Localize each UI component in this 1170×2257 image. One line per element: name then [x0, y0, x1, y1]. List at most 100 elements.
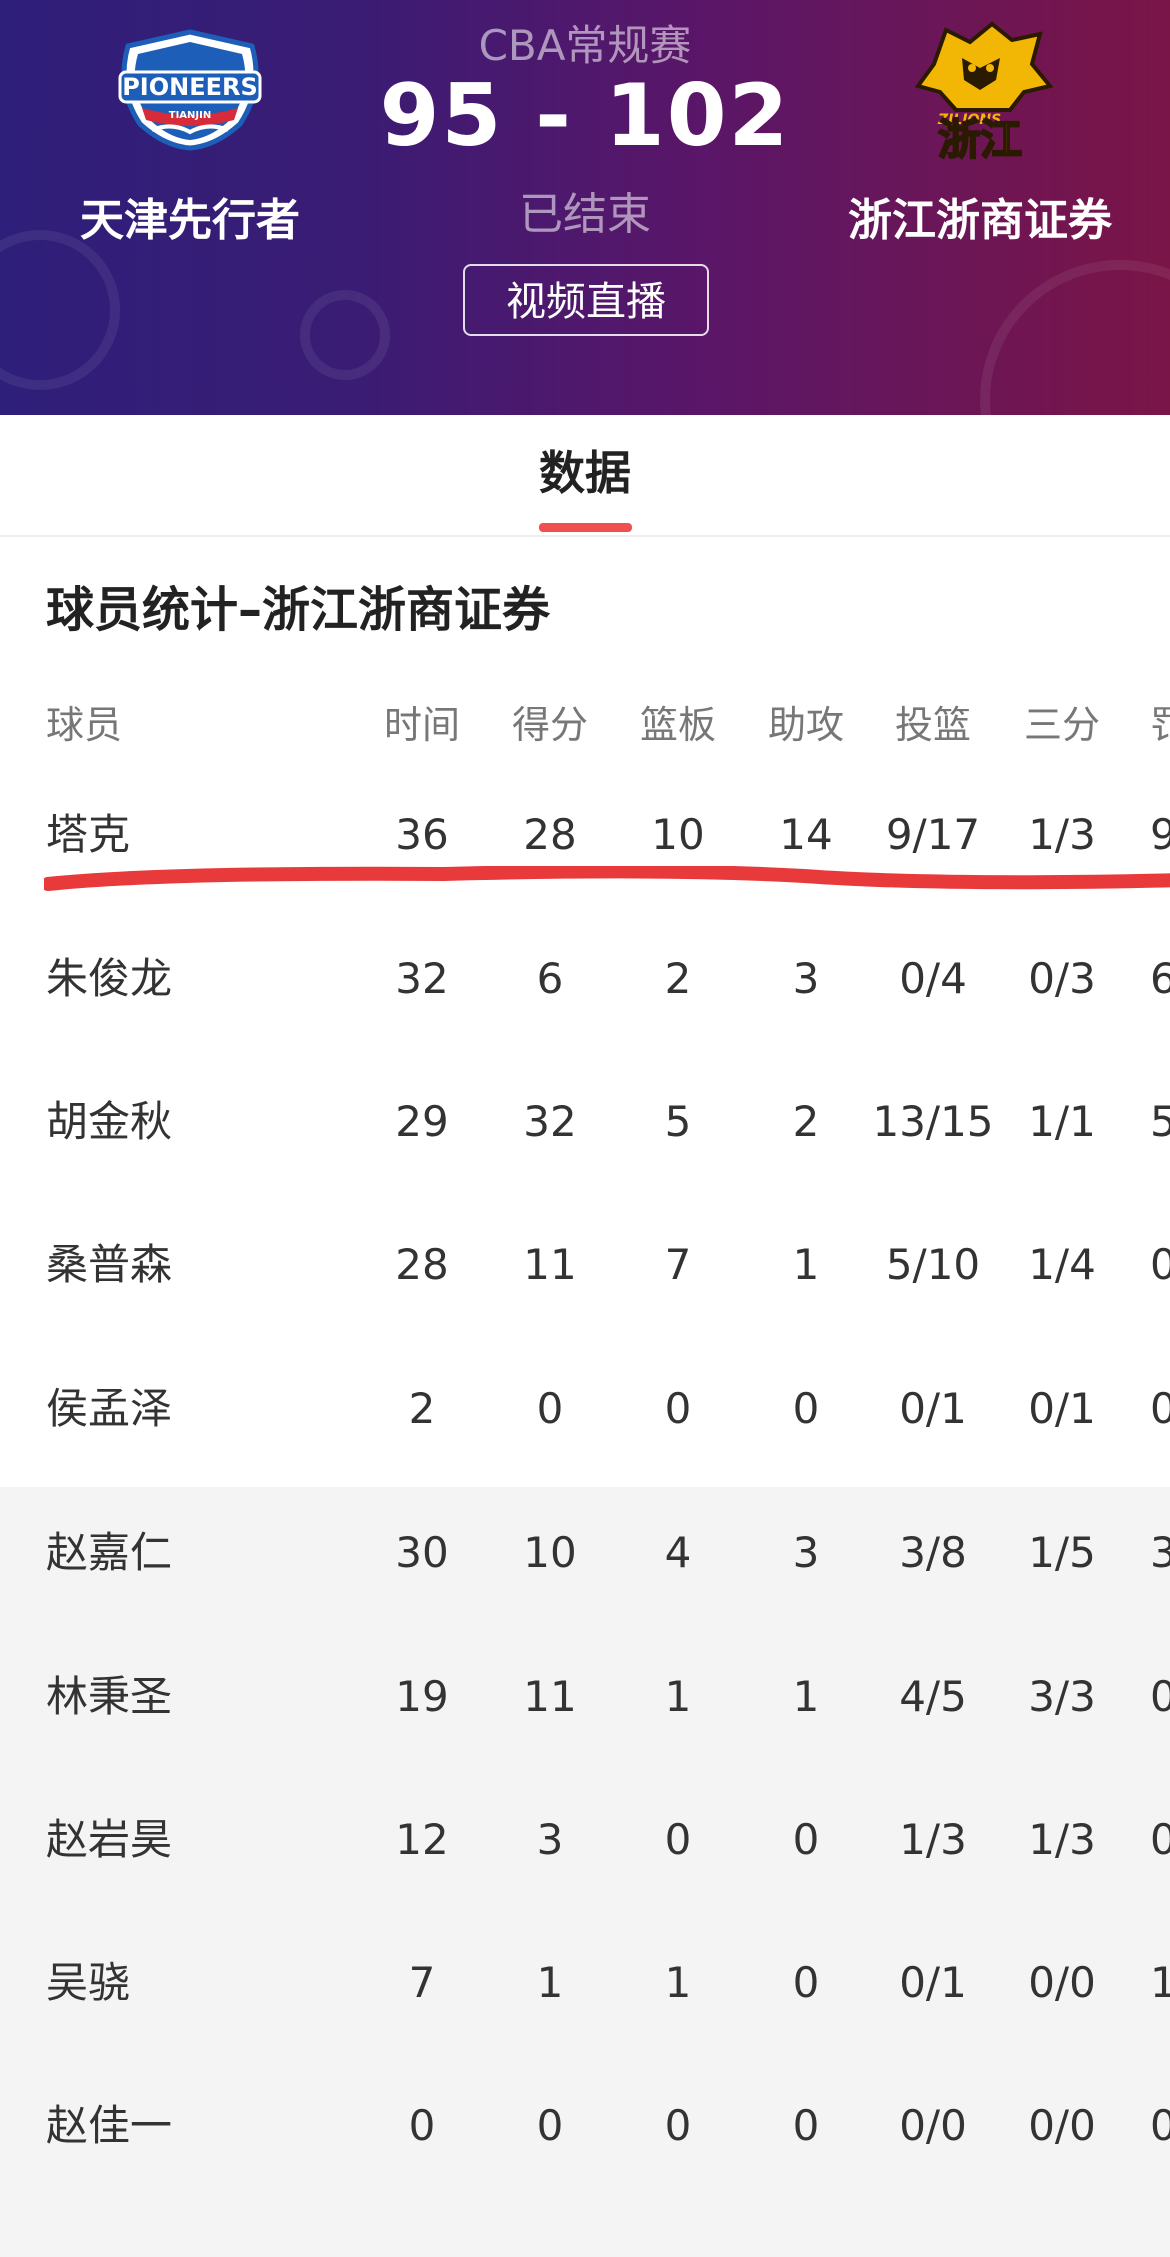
stat-field-goals: 5/10 [885, 1240, 981, 1289]
stat-free-throws: 0 [1150, 2101, 1170, 2150]
stat-field-goals: 4/5 [899, 1672, 967, 1721]
stat-three-pointers: 0/0 [1028, 2101, 1096, 2150]
tab-bar: 数据 [0, 415, 1170, 537]
basketball-decoration [980, 260, 1170, 415]
tab-data[interactable]: 数据 [0, 415, 1170, 531]
stat-points: 1 [536, 1958, 564, 2007]
player-name: 赵岩昊 [46, 1815, 173, 1864]
stat-rebounds: 7 [664, 1240, 692, 1289]
player-name: 吴骁 [46, 1958, 131, 2007]
match-header: PIONEERS TIANJIN ZJLIONS 浙江 天津先行者 浙江浙商证券… [0, 0, 1170, 415]
player-name: 朱俊龙 [46, 954, 173, 1003]
stat-rebounds: 1 [664, 1958, 692, 2007]
stat-minutes: 2 [408, 1384, 436, 1433]
section-title: 球员统计–浙江浙商证券 [46, 582, 551, 638]
stat-three-pointers: 1/3 [1028, 1815, 1096, 1864]
stat-minutes: 28 [395, 1240, 449, 1289]
table-header: 球员 时间 得分 篮板 助攻 投篮 三分 罚 [0, 690, 1170, 760]
stat-free-throws: 0 [1150, 1672, 1170, 1721]
stat-points: 0 [536, 1384, 564, 1433]
col-header-rebounds[interactable]: 篮板 [618, 690, 738, 760]
stat-field-goals: 3/8 [899, 1528, 967, 1577]
col-header-free-throws[interactable]: 罚 [1150, 690, 1170, 760]
stat-points: 0 [536, 2101, 564, 2150]
player-name: 赵嘉仁 [46, 1528, 173, 1577]
stat-rebounds: 5 [664, 1097, 692, 1146]
stat-assists: 1 [792, 1240, 820, 1289]
stat-three-pointers: 0/1 [1028, 1384, 1096, 1433]
stat-three-pointers: 0/0 [1028, 1958, 1096, 2007]
stat-assists: 0 [792, 1384, 820, 1433]
table-row[interactable]: 林秉圣 19 11 1 1 4/5 3/3 0 [0, 1652, 1170, 1742]
trophy-decoration [0, 230, 120, 390]
stat-field-goals: 0/4 [899, 954, 967, 1003]
table-row[interactable]: 赵佳一 0 0 0 0 0/0 0/0 0 [0, 2081, 1170, 2171]
stat-three-pointers: 0/3 [1028, 954, 1096, 1003]
table-row[interactable]: 赵嘉仁 30 10 4 3 3/8 1/5 3 [0, 1508, 1170, 1598]
stat-points: 3 [536, 1815, 564, 1864]
stat-points: 6 [536, 954, 564, 1003]
stat-assists: 0 [792, 2101, 820, 2150]
stat-assists: 0 [792, 1958, 820, 2007]
stat-rebounds: 0 [664, 2101, 692, 2150]
table-row[interactable]: 朱俊龙 32 6 2 3 0/4 0/3 6 [0, 934, 1170, 1024]
stat-assists: 3 [792, 1528, 820, 1577]
table-row[interactable]: 侯孟泽 2 0 0 0 0/1 0/1 0 [0, 1364, 1170, 1454]
stat-three-pointers: 1/5 [1028, 1528, 1096, 1577]
stat-minutes: 32 [395, 954, 449, 1003]
col-header-points[interactable]: 得分 [490, 690, 610, 760]
stat-assists: 3 [792, 954, 820, 1003]
stat-points: 10 [523, 1528, 577, 1577]
table-row[interactable]: 桑普森 28 11 7 1 5/10 1/4 0 [0, 1220, 1170, 1310]
col-header-assists[interactable]: 助攻 [746, 690, 866, 760]
stat-free-throws: 0 [1150, 1384, 1170, 1433]
player-name: 胡金秋 [46, 1097, 173, 1146]
stat-free-throws: 5 [1150, 1097, 1170, 1146]
stat-free-throws: 0 [1150, 1815, 1170, 1864]
stat-points: 11 [523, 1240, 577, 1289]
stat-minutes: 12 [395, 1815, 449, 1864]
stat-field-goals: 0/0 [899, 2101, 967, 2150]
stat-assists: 1 [792, 1672, 820, 1721]
stat-three-pointers: 1/1 [1028, 1097, 1096, 1146]
stat-rebounds: 0 [664, 1815, 692, 1864]
stat-three-pointers: 1/4 [1028, 1240, 1096, 1289]
stat-three-pointers: 3/3 [1028, 1672, 1096, 1721]
table-row[interactable]: 吴骁 7 1 1 0 0/1 0/0 1 [0, 1938, 1170, 2028]
table-row[interactable]: 赵岩昊 12 3 0 0 1/3 1/3 0 [0, 1795, 1170, 1885]
col-header-minutes[interactable]: 时间 [362, 690, 482, 760]
stat-assists: 2 [792, 1097, 820, 1146]
player-name: 赵佳一 [46, 2101, 173, 2150]
stat-minutes: 7 [408, 1958, 436, 2007]
stat-rebounds: 1 [664, 1672, 692, 1721]
stat-field-goals: 0/1 [899, 1384, 967, 1433]
stat-free-throws: 6 [1150, 954, 1170, 1003]
table-row[interactable]: 胡金秋 29 32 5 2 13/15 1/1 5 [0, 1077, 1170, 1167]
stat-field-goals: 0/1 [899, 1958, 967, 2007]
player-name: 侯孟泽 [46, 1384, 173, 1433]
player-name: 林秉圣 [46, 1672, 173, 1721]
league-label: CBA常规赛 [478, 21, 692, 70]
tab-active-indicator [539, 523, 632, 532]
stat-points: 11 [523, 1672, 577, 1721]
stat-minutes: 30 [395, 1528, 449, 1577]
stat-free-throws: 1 [1150, 1958, 1170, 2007]
stat-rebounds: 4 [664, 1528, 692, 1577]
stat-minutes: 0 [408, 2101, 436, 2150]
stat-rebounds: 2 [664, 954, 692, 1003]
stat-free-throws: 3 [1150, 1528, 1170, 1577]
stat-minutes: 19 [395, 1672, 449, 1721]
match-status: 已结束 [519, 189, 651, 240]
col-header-three-pointers[interactable]: 三分 [1002, 690, 1122, 760]
highlight-underline-annotation [44, 866, 1170, 891]
match-score: 95 - 102 [379, 66, 791, 166]
stat-minutes: 29 [395, 1097, 449, 1146]
col-header-player: 球员 [46, 703, 123, 747]
video-live-button[interactable]: 视频直播 [463, 264, 709, 336]
circle-decoration [300, 290, 390, 380]
stat-rebounds: 0 [664, 1384, 692, 1433]
stat-field-goals: 1/3 [899, 1815, 967, 1864]
stat-assists: 0 [792, 1815, 820, 1864]
col-header-field-goals[interactable]: 投篮 [868, 690, 998, 760]
stat-field-goals: 13/15 [872, 1097, 994, 1146]
